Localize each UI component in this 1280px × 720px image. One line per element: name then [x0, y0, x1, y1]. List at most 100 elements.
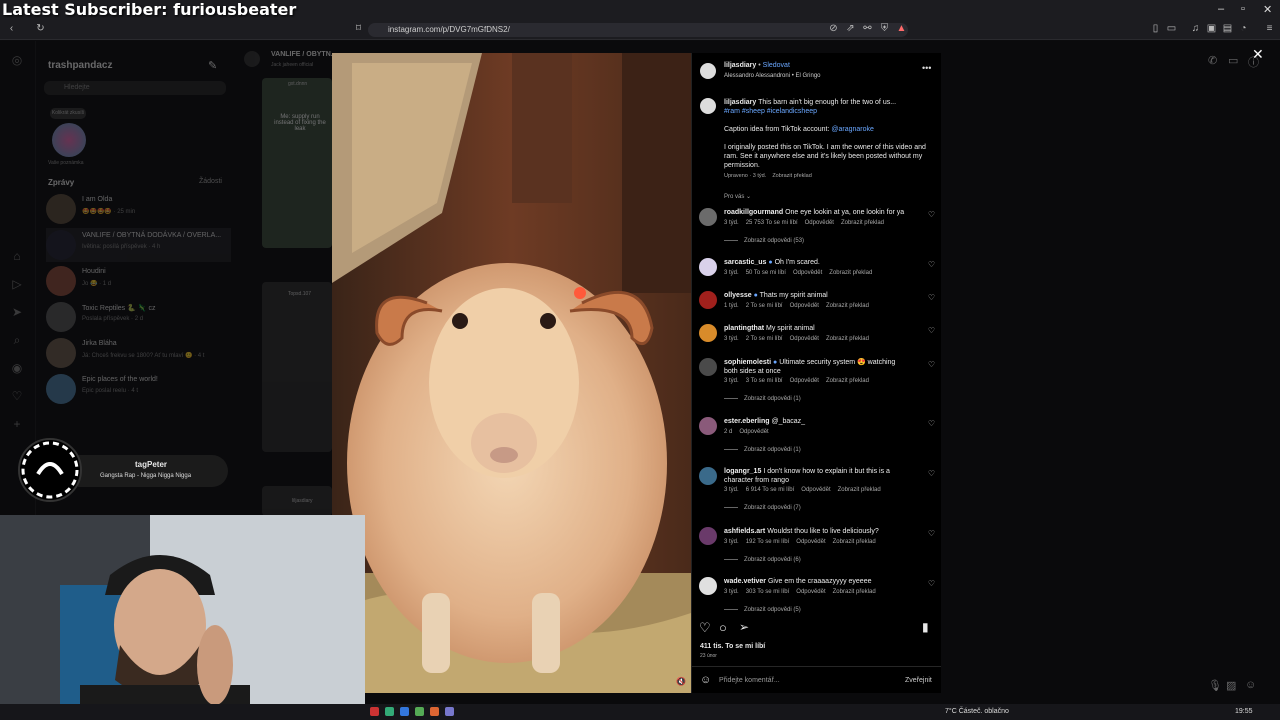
rewards-icon[interactable]: ▲ [896, 23, 907, 34]
home-icon[interactable]: ⌂ [10, 249, 24, 263]
comment-likes[interactable]: 2 To se mi líbí [746, 336, 783, 342]
phone-icon[interactable]: ✆ [1208, 54, 1217, 67]
comment-avatar[interactable] [699, 208, 717, 226]
reply-link[interactable]: Odpovědět [739, 429, 768, 435]
chat-row[interactable]: I am Olda 🤩🤩🤩🤩 · 25 min [46, 192, 231, 226]
chat-row[interactable]: Epic places of the world! Epic poslal ree… [46, 372, 231, 406]
back-icon[interactable]: ‹ [6, 23, 17, 34]
image-icon[interactable]: ▨ [1226, 679, 1236, 692]
comment-likes[interactable]: 2 To se mi líbí [746, 303, 783, 309]
comment-avatar[interactable] [699, 324, 717, 342]
minimize-button[interactable]: – [1218, 3, 1224, 15]
notifications-icon[interactable]: ♡ [10, 389, 24, 403]
new-message-icon[interactable]: ✎ [208, 59, 217, 72]
view-replies-link[interactable]: Zobrazit odpovědi (5) [724, 607, 801, 613]
reels-icon[interactable]: ▷ [10, 277, 24, 291]
wallet-icon[interactable]: ▭ [1166, 23, 1177, 34]
create-icon[interactable]: + [10, 417, 24, 431]
profile-icon[interactable]: ◔ [1238, 23, 1249, 34]
comment-likes[interactable]: 6 914 To se mi líbí [746, 487, 795, 493]
emoji-icon[interactable]: ☺ [700, 674, 711, 686]
clock[interactable]: 19:55 [1235, 708, 1253, 715]
app-icon[interactable] [430, 707, 439, 716]
view-replies-link[interactable]: Zobrazit odpovědi (1) [724, 396, 801, 402]
messages-icon[interactable]: ➤ [10, 305, 24, 319]
comment-like-icon[interactable]: ♡ [928, 469, 935, 478]
comment-input[interactable]: Přidejte komentář... [719, 677, 780, 684]
more-options-icon[interactable]: ••• [922, 63, 931, 73]
caption-username[interactable]: liljasdiary [724, 99, 756, 106]
shared-post-card[interactable]: Topsd.107 [262, 282, 332, 452]
comment-like-icon[interactable]: ♡ [928, 419, 935, 428]
reply-link[interactable]: Odpovědět [796, 589, 825, 595]
comment-avatar[interactable] [699, 358, 717, 376]
reply-link[interactable]: Odpovědět [790, 378, 819, 384]
caption-idea-handle[interactable]: @aragnaroke [831, 126, 874, 133]
comment-username[interactable]: wade.vetiver [724, 578, 766, 585]
comment-like-icon[interactable]: ♡ [928, 360, 935, 369]
post-video[interactable] [332, 53, 691, 693]
menu-icon[interactable]: ≡ [1264, 23, 1275, 34]
comment-like-icon[interactable]: ♡ [928, 529, 935, 538]
search-icon[interactable]: ⌕ [10, 333, 24, 347]
reply-link[interactable]: Odpovědět [793, 270, 822, 276]
comment-like-icon[interactable]: ♡ [928, 210, 935, 219]
chat-row[interactable]: Houdini Jo 😂 · 1 d [46, 264, 231, 298]
hashtags[interactable]: #ram #sheep #icelandicsheep [724, 108, 817, 115]
music-icon[interactable]: ♫ [1190, 23, 1201, 34]
comment-avatar[interactable] [699, 577, 717, 595]
sort-dropdown[interactable]: Pro vás ⌄ [724, 193, 751, 200]
comment-likes[interactable]: 303 To se mi líbí [746, 589, 790, 595]
comment-username[interactable]: ester.eberling [724, 418, 770, 425]
dm-search-input[interactable]: Hledejte [44, 81, 226, 95]
comment-like-icon[interactable]: ♡ [928, 579, 935, 588]
audio-track[interactable]: Alessandro Alessandroni • El Gringo [724, 73, 821, 79]
comment-avatar[interactable] [699, 467, 717, 485]
publish-button[interactable]: Zveřejnit [905, 677, 932, 684]
reply-link[interactable]: Odpovědět [796, 539, 825, 545]
extension-icon[interactable]: ⊘ [828, 23, 839, 34]
comment-avatar[interactable] [699, 291, 717, 309]
translate-link[interactable]: Zobrazit překlad [826, 303, 869, 309]
app-icon[interactable] [445, 707, 454, 716]
translate-link[interactable]: Zobrazit překlad [833, 539, 876, 545]
translate-link[interactable]: Zobrazit překlad [826, 378, 869, 384]
microphone-icon[interactable]: 🎙 [1208, 679, 1222, 692]
view-replies-link[interactable]: Zobrazit odpovědi (1) [724, 447, 801, 453]
comment-avatar[interactable] [699, 258, 717, 276]
save-icon[interactable]: ▮ [922, 620, 929, 634]
comment-likes[interactable]: 25 753 To se mi líbí [746, 220, 798, 226]
close-window-button[interactable]: ✕ [1263, 3, 1272, 16]
caption-translate-link[interactable]: Zobrazit překlad [772, 173, 811, 179]
sticker-icon[interactable]: ☺ [1245, 679, 1256, 691]
comment-username[interactable]: ashfields.art [724, 528, 765, 535]
comment-username[interactable]: roadkillgourmand [724, 209, 783, 216]
note-bubble[interactable]: Kolikrát zkusíš [50, 108, 86, 119]
comment-like-icon[interactable]: ♡ [928, 260, 935, 269]
author-avatar[interactable] [700, 63, 716, 79]
dm-username[interactable]: trashpandacz [48, 60, 112, 71]
reply-link[interactable]: Odpovědět [805, 220, 834, 226]
requests-link[interactable]: Žádosti [199, 178, 222, 185]
likes-count[interactable]: 411 tis. To se mi líbí [700, 643, 765, 650]
shared-post-card[interactable]: liljasdiary [262, 486, 332, 516]
reply-link[interactable]: Odpovědět [790, 303, 819, 309]
chat-row[interactable]: Toxic Reptiles 🐍 🦎 cz Poslala příspěvek ·… [46, 300, 231, 334]
follow-button[interactable]: Sledovat [763, 62, 790, 69]
comment-likes[interactable]: 192 To se mi líbí [746, 539, 790, 545]
tabs-icon[interactable]: ▣ [1206, 23, 1217, 34]
translate-link[interactable]: Zobrazit překlad [826, 336, 869, 342]
app-icon[interactable] [415, 707, 424, 716]
app-icon[interactable] [385, 707, 394, 716]
translate-icon[interactable]: ⚯ [862, 23, 873, 34]
address-bar[interactable]: instagram.com/p/DVG7mGfDNS2/ [368, 23, 908, 37]
comment-avatar[interactable] [699, 527, 717, 545]
app-icon[interactable] [400, 707, 409, 716]
share-icon[interactable]: ⇗ [845, 23, 856, 34]
comment-likes[interactable]: 3 To se mi líbí [746, 378, 783, 384]
chat-row[interactable]: Jirka Bláha Já: Chceš frekvu se 1800? Ať … [46, 336, 231, 370]
view-replies-link[interactable]: Zobrazit odpovědi (6) [724, 557, 801, 563]
explore-icon[interactable]: ◉ [10, 361, 24, 375]
comment-icon[interactable]: ○ [719, 620, 727, 635]
comment-username[interactable]: ollyesse [724, 292, 752, 299]
